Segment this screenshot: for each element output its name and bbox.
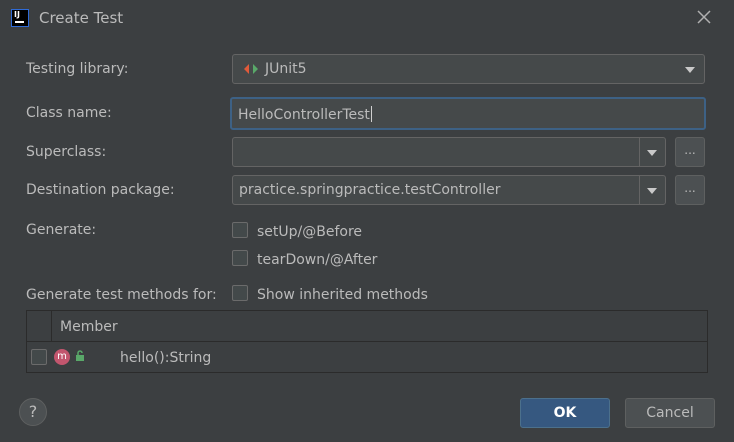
junit-icon: [244, 64, 258, 74]
superclass-label: Superclass:: [26, 144, 107, 160]
testing-library-value: JUnit5: [265, 61, 307, 77]
title-bar: IJ Create Test: [0, 0, 734, 38]
chevron-down-icon[interactable]: [647, 150, 657, 156]
destination-package-combo[interactable]: practice.springpractice.testController: [232, 175, 666, 205]
destination-package-value: practice.springpractice.testController: [239, 182, 501, 198]
class-name-field[interactable]: HelloControllerTest: [230, 97, 706, 130]
browse-label: ...: [684, 181, 696, 195]
table-row[interactable]: m hello():String: [27, 342, 707, 372]
ok-button[interactable]: OK: [520, 398, 610, 428]
class-name-value: HelloControllerTest: [238, 107, 370, 123]
member-name: hello():String: [120, 350, 212, 366]
app-icon-text: IJ: [14, 10, 20, 19]
browse-label: ...: [684, 143, 696, 157]
testing-library-combo[interactable]: JUnit5: [232, 54, 705, 84]
members-table: Member m hello():String: [26, 310, 708, 373]
chevron-down-icon[interactable]: [647, 188, 657, 194]
cancel-button[interactable]: Cancel: [625, 398, 715, 428]
text-caret: [370, 106, 372, 122]
setup-label[interactable]: setUp/@Before: [257, 224, 362, 240]
destination-browse-button[interactable]: ...: [675, 175, 705, 205]
intellij-app-icon: IJ: [11, 9, 29, 27]
public-lock-icon: [76, 350, 84, 361]
generate-label: Generate:: [26, 222, 97, 238]
help-button[interactable]: ?: [19, 398, 47, 426]
setup-checkbox[interactable]: [232, 222, 248, 238]
chevron-down-icon[interactable]: [685, 67, 695, 73]
superclass-combo[interactable]: [232, 137, 666, 167]
table-header: Member: [27, 311, 707, 342]
teardown-checkbox[interactable]: [232, 250, 248, 266]
class-name-label: Class name:: [26, 105, 112, 121]
generate-methods-label: Generate test methods for:: [26, 287, 217, 303]
testing-library-label: Testing library:: [26, 61, 129, 77]
show-inherited-label[interactable]: Show inherited methods: [257, 287, 428, 303]
teardown-label[interactable]: tearDown/@After: [257, 252, 377, 268]
destination-package-label: Destination package:: [26, 182, 175, 198]
show-inherited-checkbox[interactable]: [232, 285, 248, 301]
column-header-member[interactable]: Member: [60, 319, 118, 335]
dialog-title: Create Test: [39, 9, 124, 27]
method-icon: m: [54, 349, 70, 365]
row-checkbox[interactable]: [31, 349, 47, 365]
superclass-browse-button[interactable]: ...: [675, 137, 705, 167]
close-icon[interactable]: [694, 7, 714, 27]
